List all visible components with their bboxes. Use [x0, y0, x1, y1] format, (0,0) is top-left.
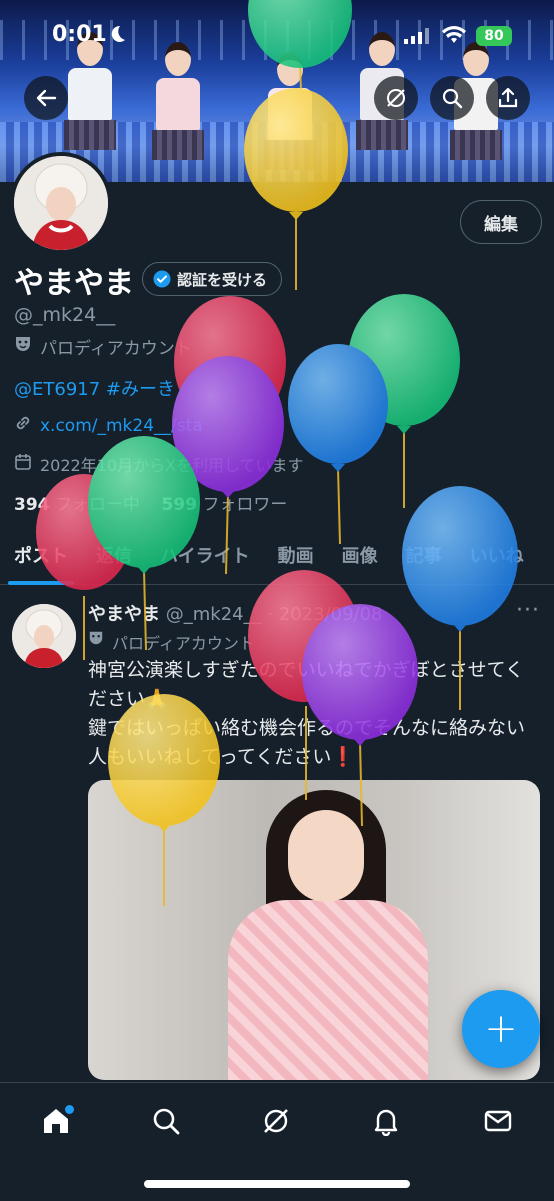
joined-row: 2022年10月からXを利用しています	[14, 452, 304, 476]
post-parody-label: パロディアカウント	[112, 634, 255, 653]
status-time: 0:01	[52, 22, 107, 47]
profile-handle: @_mk24__	[14, 304, 116, 326]
post-header: やまやま @_mk24__ · 2023/09/08	[88, 600, 383, 626]
post-author-name[interactable]: やまやま	[88, 604, 160, 625]
post-text: 神宮公演楽しすぎたのでいいねでかぎぼとさせてください🙏 鍵ではいっぱい絡む機会作…	[88, 659, 526, 768]
get-verified-button[interactable]: 認証を受ける	[142, 262, 283, 296]
calendar-icon	[14, 453, 32, 475]
post-more-icon[interactable]: ···	[516, 598, 540, 623]
get-verified-label: 認証を受ける	[177, 270, 268, 289]
following-link[interactable]: 394 フォロー中	[14, 495, 140, 515]
bell-icon	[374, 1109, 398, 1136]
link-row: x.com/_mk24__/sta	[14, 414, 203, 437]
search-icon	[153, 1108, 180, 1135]
theater-mask-icon	[88, 630, 104, 654]
tab-images[interactable]: 画像	[328, 534, 392, 584]
verified-badge-icon	[153, 270, 171, 288]
moon-icon	[108, 24, 126, 48]
compose-button[interactable]: +	[462, 990, 540, 1068]
tab-highlights[interactable]: ハイライト	[146, 534, 264, 584]
nav-notifications[interactable]	[366, 1101, 406, 1141]
follow-stats: 394 フォロー中 599 フォロワー	[14, 490, 287, 515]
joined-date: 2022年10月からXを利用しています	[40, 456, 304, 475]
share-button[interactable]	[486, 76, 530, 120]
tab-videos[interactable]: 動画	[264, 534, 328, 584]
profile-link[interactable]: x.com/_mk24__/sta	[40, 416, 203, 436]
profile-avatar[interactable]	[10, 152, 112, 254]
theater-mask-icon	[14, 335, 32, 358]
parody-row: パロディアカウント	[14, 334, 192, 359]
home-indicator	[144, 1180, 410, 1188]
edit-profile-button[interactable]: 編集	[460, 200, 542, 244]
post-meta: @_mk24__ · 2023/09/08	[165, 604, 383, 625]
grok-button[interactable]	[374, 76, 418, 120]
search-button[interactable]	[430, 76, 474, 120]
followers-link[interactable]: 599 フォロワー	[162, 495, 288, 515]
notification-dot	[65, 1105, 74, 1114]
nav-search[interactable]	[146, 1101, 186, 1141]
back-arrow-icon	[36, 89, 57, 107]
share-icon	[498, 87, 518, 108]
signal-icon	[404, 28, 430, 48]
mail-icon	[484, 1110, 512, 1132]
grok-icon	[387, 89, 405, 107]
post-author-avatar[interactable]	[12, 604, 76, 668]
post-parody-row: パロディアカウント	[88, 630, 255, 654]
display-name: やまやま	[14, 266, 134, 301]
tab-replies[interactable]: 返信	[82, 534, 146, 584]
back-button[interactable]	[24, 76, 68, 120]
battery-indicator: 80	[476, 26, 512, 46]
nav-messages[interactable]	[478, 1101, 518, 1141]
nav-grok[interactable]	[256, 1101, 296, 1141]
link-icon	[14, 414, 32, 437]
tab-articles[interactable]: 記事	[392, 534, 456, 584]
nav-home[interactable]	[36, 1101, 76, 1141]
tab-posts[interactable]: ポスト	[0, 534, 82, 585]
profile-bio: @ET6917 #みーき	[14, 375, 175, 401]
tab-likes[interactable]: いいね	[456, 534, 538, 584]
search-icon	[442, 88, 463, 109]
grok-icon	[264, 1109, 288, 1133]
parody-label: パロディアカウント	[40, 339, 192, 359]
bio-text[interactable]: @ET6917 #みーき	[14, 379, 175, 400]
wifi-icon	[442, 26, 466, 48]
profile-tabs: ポスト 返信 ハイライト 動画 画像 記事 いいね	[0, 534, 554, 585]
